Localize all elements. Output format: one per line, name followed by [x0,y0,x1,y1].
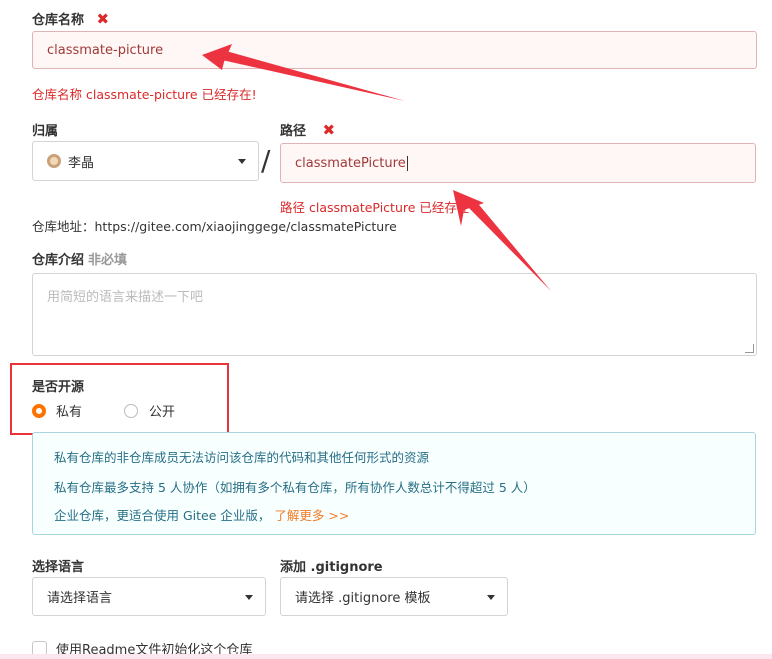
optional-tag: 非必填 [88,253,128,268]
path-separator: / [261,144,271,177]
learn-more-link[interactable]: 了解更多 >> [274,508,349,523]
avatar [47,154,61,168]
repo-name-label: 仓库名称 ✖ [32,10,110,28]
repo-name-input[interactable]: classmate-picture [32,31,757,69]
repo-name-value: classmate-picture [47,42,164,58]
visibility-label: 是否开源 [32,380,85,395]
path-error: 路径 classmatePicture 已经存在 [280,200,470,215]
owner-value: 李晶 [68,155,95,171]
owner-label: 归属 [32,124,59,139]
radio-selected-icon [32,403,46,418]
chevron-down-icon [487,594,495,600]
language-label: 选择语言 [32,560,85,575]
chevron-down-icon [238,159,246,164]
gitignore-label: 添加 .gitignore [280,560,383,575]
info-line-3: 企业仓库，更适合使用 Gitee 企业版， 了解更多 >> [54,508,350,523]
visibility-highlight-box [10,363,229,435]
language-select[interactable]: 请选择语言 [32,577,266,616]
path-input[interactable]: classmatePicture [280,143,756,183]
radio-unselected-icon [124,403,138,418]
description-placeholder: 用简短的语言来描述一下吧 [47,290,204,305]
description-textarea[interactable]: 用简短的语言来描述一下吧 [32,273,757,356]
text-cursor [406,155,408,171]
bottom-edge [0,654,772,659]
radio-public[interactable]: 公开 [124,401,175,420]
info-line-1: 私有仓库的非仓库成员无法访问该仓库的代码和其他任何形式的资源 [54,450,430,465]
owner-select[interactable]: 李晶 [32,141,259,181]
repo-address: 仓库地址：https://gitee.com/xiaojinggege/clas… [32,219,397,234]
repo-name-error: 仓库名称 classmate-picture 已经存在! [32,87,257,102]
path-value: classmatePicture [295,155,406,171]
description-label: 仓库介绍 非必填 [32,253,128,268]
gitignore-value: 请选择 .gitignore 模板 [295,591,431,606]
error-x-icon: ✖ [322,121,336,139]
language-value: 请选择语言 [47,591,113,606]
error-x-icon: ✖ [96,10,110,28]
info-message: 私有仓库的非仓库成员无法访问该仓库的代码和其他任何形式的资源 私有仓库最多支持 … [32,432,756,535]
path-label: 路径 ✖ [280,121,336,139]
gitignore-select[interactable]: 请选择 .gitignore 模板 [280,577,508,616]
info-line-2: 私有仓库最多支持 5 人协作（如拥有多个私有仓库，所有协作人数总计不得超过 5 … [54,480,536,495]
resize-handle-icon[interactable] [745,344,754,353]
radio-private[interactable]: 私有 [32,401,82,420]
chevron-down-icon [245,594,253,600]
radio-private-label: 私有 [56,405,83,420]
radio-public-label: 公开 [149,405,176,420]
